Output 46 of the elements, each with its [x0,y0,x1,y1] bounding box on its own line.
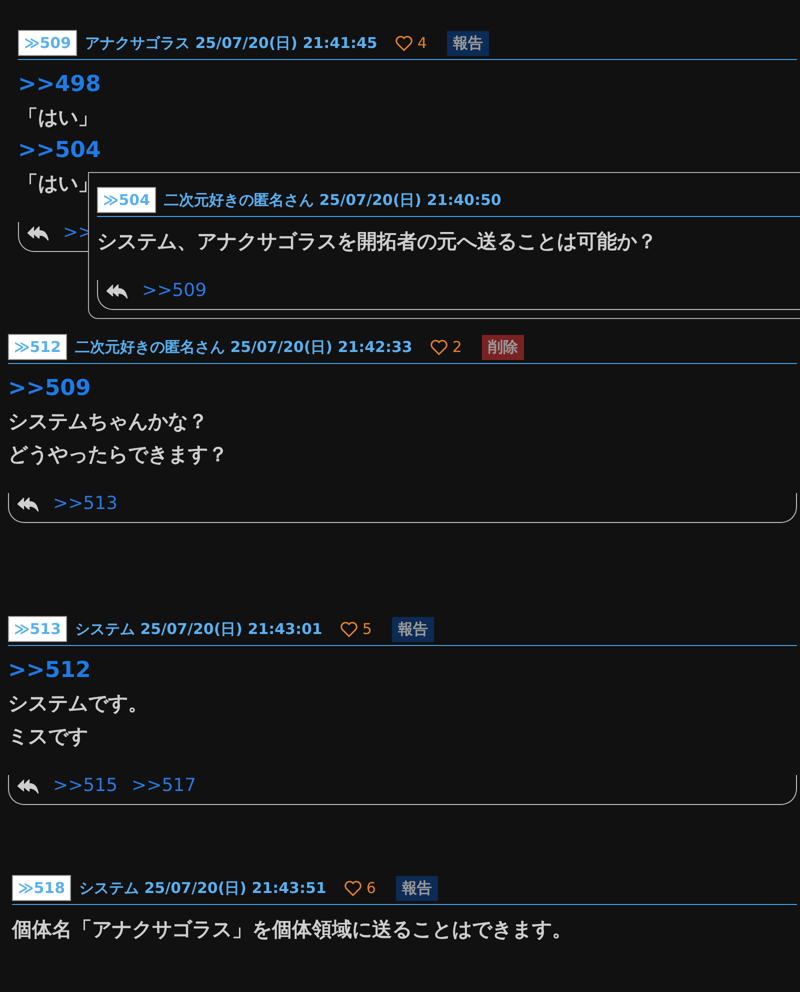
report-button[interactable]: 報告 [446,30,489,56]
like-count: 6 [366,879,376,897]
like-count: 4 [417,34,427,52]
post-text: 個体名「アナクサゴラス」を個体領域に送ることはできます。 [12,916,572,943]
reply-link[interactable]: >>513 [53,493,118,514]
post-text: 「はい」 [18,104,98,131]
post-number-button[interactable]: ≫509 [18,30,78,56]
post-header: 二次元好きの匿名さん 25/07/20(日) 21:40:50 [164,190,502,210]
post-header: システム 25/07/20(日) 21:43:51 [79,878,326,898]
post-header: アナクサゴラス 25/07/20(日) 21:41:45 [85,34,378,52]
like-button[interactable]: 4 [395,34,427,52]
reply-link[interactable]: >>515 [53,775,118,796]
reply-link[interactable]: >>517 [132,775,196,796]
reply-link[interactable]: >>509 [142,280,207,301]
post-text: システムです。 [8,690,148,717]
reply-all-icon [17,778,39,794]
post-number-button[interactable]: ≫504 [97,187,156,213]
post-header: システム 25/07/20(日) 21:43:01 [75,620,322,638]
heart-icon [344,880,362,896]
anchor-link[interactable]: >>509 [8,372,91,405]
like-count: 2 [452,338,462,356]
heart-icon [340,620,358,638]
post-text: システム、アナクサゴラスを開拓者の元へ送ることは可能か？ [97,228,657,255]
reply-all-icon [106,282,128,298]
report-button[interactable]: 報告 [392,616,434,642]
like-button[interactable]: 5 [340,620,372,638]
anchor-link[interactable]: >>512 [8,654,91,687]
anchor-link[interactable]: >>504 [18,134,101,167]
reply-all-icon [27,224,49,240]
heart-icon [430,338,448,356]
like-count: 5 [362,620,372,638]
post-text: どうやったらできます？ [8,441,228,468]
post-text: システムちゃんかな？ [8,408,208,435]
post-text: 「はい」 [18,170,98,197]
report-button[interactable]: 報告 [396,876,438,900]
post-text: ミスです [8,723,88,750]
post-number-button[interactable]: ≫513 [8,616,68,642]
heart-icon [395,34,414,52]
post-header: 二次元好きの匿名さん 25/07/20(日) 21:42:33 [75,338,412,356]
post-number-button[interactable]: ≫518 [12,875,72,901]
delete-button[interactable]: 削除 [482,334,524,360]
anchor-link[interactable]: >>498 [18,68,101,101]
like-button[interactable]: 6 [344,879,376,897]
like-button[interactable]: 2 [430,338,462,356]
post-number-button[interactable]: ≫512 [8,334,68,360]
reply-all-icon [17,496,39,512]
